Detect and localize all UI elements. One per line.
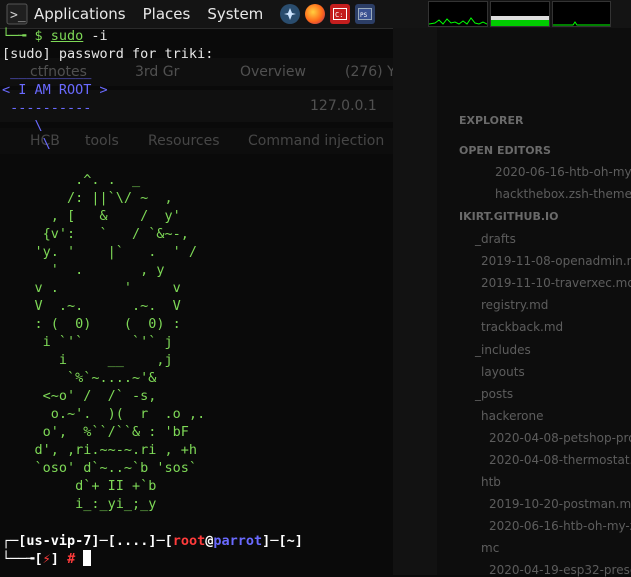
cowsay-banner-line: < I AM ROOT >	[2, 82, 108, 98]
terminal-window[interactable]: └─╼ $ sudo -i [sudo] password for triki:…	[0, 28, 631, 575]
svg-text:C:: C:	[335, 11, 343, 19]
ascii-art-line: , [ & / y'	[2, 208, 181, 224]
ascii-art-line: : ( 0) ( 0) :	[2, 316, 181, 332]
cpu-graph	[428, 1, 488, 27]
ascii-art-line: 'y. ' |` . ' /	[2, 244, 198, 260]
powershell-icon[interactable]: PS	[355, 4, 376, 24]
prompt-dots: [....]	[107, 533, 157, 549]
svg-text:>_: >_	[10, 8, 26, 23]
parrot-icon[interactable]	[280, 4, 301, 24]
ascii-art-line: i_:_yi_;_y	[2, 496, 157, 512]
svg-text:PS: PS	[360, 12, 368, 19]
ascii-art-line: /: ||`\/ ~ ,	[2, 190, 173, 206]
prompt-user: root	[172, 533, 206, 549]
cowsay-banner-line: \	[2, 136, 51, 152]
prompt-path: [~]	[278, 533, 303, 549]
ascii-art-line: v . ' v	[2, 280, 181, 296]
cowsay-banner-line: ----------	[2, 100, 92, 116]
ascii-art-line: d`+ II +`b	[2, 478, 157, 494]
cowsay-banner-line: \	[2, 118, 43, 134]
terminal-cursor[interactable]	[83, 550, 92, 566]
system-menu[interactable]: System	[207, 5, 263, 23]
ascii-art-line: o', %``/``& : 'bF	[2, 424, 189, 440]
ascii-art-line: i __ ,j	[2, 352, 173, 368]
command-prompt-prefix: └─╼ $	[2, 28, 51, 44]
parrot-logo-icon[interactable]: >_	[6, 3, 28, 25]
sudo-password-prompt: [sudo] password for triki:	[2, 46, 214, 62]
ascii-art-line: d', ,ri.~~-~.ri , +h	[2, 442, 198, 458]
applications-menu[interactable]: Applications	[34, 5, 126, 23]
lightning-icon: ⚡	[42, 551, 51, 567]
ascii-art-line: V .~. .~. V	[2, 298, 181, 314]
network-graph	[552, 1, 611, 27]
sudo-command: sudo	[50, 28, 84, 44]
ascii-art-line: i `'` `'` j	[2, 334, 173, 350]
cowsay-banner-line: __________	[2, 64, 92, 80]
memory-graph	[490, 1, 550, 27]
prompt-hash: #	[67, 551, 76, 567]
prompt-host: parrot	[213, 533, 263, 549]
ascii-art-line: o.~'. )( r .o ,.	[2, 406, 206, 422]
root-prompt-line-2: └──╼[⚡] #	[2, 550, 92, 568]
terminal-icon[interactable]: C:	[330, 4, 351, 24]
places-menu[interactable]: Places	[143, 5, 191, 23]
command-args: -i	[83, 28, 108, 44]
prompt-vpn: [us-vip-7]	[18, 533, 100, 549]
firefox-icon[interactable]	[305, 4, 326, 24]
root-prompt-line-1: ┌─[us-vip-7]─[....]─[root@parrot]─[~]	[2, 533, 303, 549]
ascii-art-line: ' . , y	[2, 262, 165, 278]
ascii-art-line: .^. . _	[2, 172, 141, 188]
ascii-art-line: `oso' d`~..~`b 'sos`	[2, 460, 198, 476]
command-line: └─╼ $ sudo -i	[2, 27, 108, 45]
ascii-art-line: <~o' / /` -s,	[2, 388, 157, 404]
ascii-art-line: {v': ` / `&~-,	[2, 226, 189, 242]
ascii-art-line: `%`~....~'&	[2, 370, 157, 386]
